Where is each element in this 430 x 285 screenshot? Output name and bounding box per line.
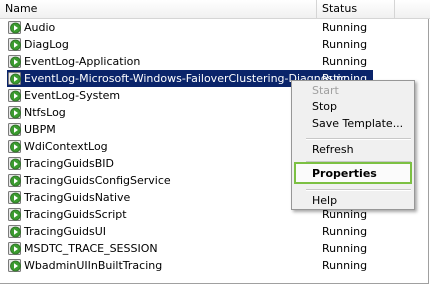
- trace-session-icon: [8, 105, 23, 120]
- session-name: MSDTC_TRACE_SESSION: [24, 242, 158, 255]
- session-name: TracingGuidsBID: [24, 157, 114, 170]
- menu-item-refresh[interactable]: Refresh: [312, 141, 354, 158]
- session-name: WdiContextLog: [24, 140, 108, 153]
- session-status: Running: [322, 55, 368, 68]
- trace-session-icon: [8, 207, 23, 222]
- session-row[interactable]: EventLog-Application Running: [0, 53, 430, 70]
- session-status: Running: [322, 225, 368, 238]
- session-name: NtfsLog: [24, 106, 66, 119]
- session-row[interactable]: Audio Running: [0, 19, 430, 36]
- trace-session-icon: [8, 224, 23, 239]
- trace-session-icon: [8, 241, 23, 256]
- session-row[interactable]: DiagLog Running: [0, 36, 430, 53]
- session-status: Running: [322, 242, 368, 255]
- menu-separator: [306, 138, 411, 140]
- trace-session-icon: [8, 156, 23, 171]
- menu-item-save-template[interactable]: Save Template...: [312, 115, 403, 132]
- session-row[interactable]: MSDTC_TRACE_SESSION Running: [0, 240, 430, 257]
- session-status: Running: [322, 21, 368, 34]
- session-name: Audio: [24, 21, 56, 34]
- session-row[interactable]: WbadminUIInBuiltTracing Running: [0, 257, 430, 274]
- trace-session-icon: [8, 88, 23, 103]
- menu-item-help[interactable]: Help: [312, 192, 337, 209]
- trace-session-icon: [8, 54, 23, 69]
- menu-item-properties[interactable]: Properties: [312, 165, 377, 182]
- session-name: DiagLog: [24, 38, 69, 51]
- trace-session-icon: [8, 190, 23, 205]
- trace-session-icon: [8, 20, 23, 35]
- session-name: EventLog-System: [24, 89, 121, 102]
- trace-session-icon: [8, 122, 23, 137]
- menu-separator: [306, 189, 411, 191]
- session-name: TracingGuidsConfigService: [24, 174, 171, 187]
- menu-item-start[interactable]: Start: [312, 82, 339, 99]
- session-status: Running: [322, 38, 368, 51]
- list-header: Name Status: [0, 0, 430, 19]
- session-name: WbadminUIInBuiltTracing: [24, 259, 163, 272]
- trace-session-icon: [8, 173, 23, 188]
- context-menu: Start Stop Save Template... Refresh Prop…: [291, 80, 415, 210]
- menu-item-stop[interactable]: Stop: [312, 98, 337, 115]
- session-status: Running: [322, 259, 368, 272]
- session-name: TracingGuidsScript: [24, 208, 127, 221]
- session-row[interactable]: TracingGuidsUI Running: [0, 223, 430, 240]
- trace-session-icon: [8, 71, 23, 86]
- trace-session-icon: [8, 258, 23, 273]
- column-header-name[interactable]: Name: [0, 0, 317, 18]
- session-name: TracingGuidsNative: [24, 191, 131, 204]
- session-name: EventLog-Application: [24, 55, 141, 68]
- column-header-status[interactable]: Status: [317, 0, 395, 18]
- session-name: TracingGuidsUI: [24, 225, 106, 238]
- trace-session-icon: [8, 139, 23, 154]
- session-name: UBPM: [24, 123, 56, 136]
- trace-session-icon: [8, 37, 23, 52]
